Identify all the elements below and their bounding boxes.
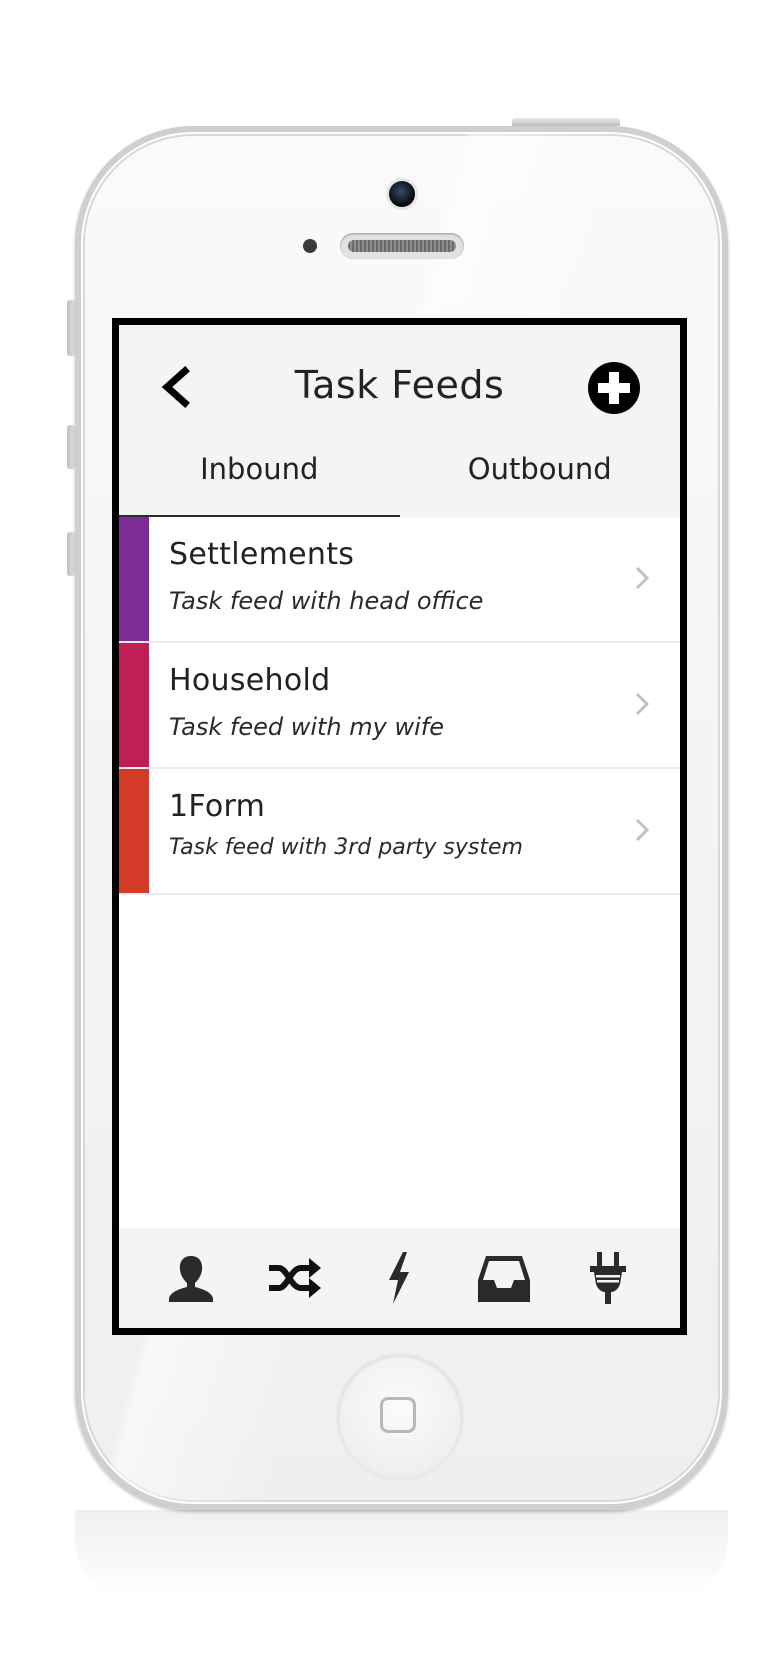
mute-switch: [67, 300, 75, 356]
feed-tabs: Inbound Outbound: [119, 439, 680, 517]
feed-name: 1Form: [169, 789, 266, 824]
power-button: [512, 118, 620, 126]
proximity-sensor: [303, 239, 317, 253]
feed-color-stripe: [119, 769, 149, 893]
bottom-tab-bar: [119, 1228, 680, 1328]
app-header: Task Feeds Inbound Outbound: [119, 325, 680, 517]
phone-reflection: [75, 1510, 728, 1600]
volume-down-button: [67, 532, 75, 576]
volume-up-button: [67, 425, 75, 469]
feed-color-stripe: [119, 643, 149, 767]
chevron-right-icon: [635, 692, 650, 716]
home-square-icon: [380, 1397, 416, 1433]
tab-inbound[interactable]: Inbound: [119, 439, 400, 517]
chevron-right-icon: [635, 566, 650, 590]
earpiece-speaker: [340, 233, 464, 259]
list-item-1form[interactable]: 1Form Task feed with 3rd party system: [119, 769, 680, 895]
shuffle-icon[interactable]: [265, 1248, 325, 1308]
mockup-stage: Task Feeds Inbound Outbound Settlements …: [0, 0, 773, 1667]
plus-circle-icon[interactable]: [587, 361, 641, 415]
feed-description: Task feed with head office: [169, 587, 484, 615]
user-icon[interactable]: [161, 1248, 221, 1308]
inbox-icon[interactable]: [474, 1248, 534, 1308]
lightning-icon[interactable]: [369, 1248, 429, 1308]
feed-name: Settlements: [169, 537, 355, 572]
plug-icon[interactable]: [578, 1248, 638, 1308]
app-screen: Task Feeds Inbound Outbound Settlements …: [112, 318, 687, 1335]
home-button: [338, 1355, 462, 1479]
tab-outbound[interactable]: Outbound: [400, 439, 681, 517]
front-camera: [389, 181, 415, 207]
feed-name: Household: [169, 663, 331, 698]
feed-description: Task feed with my wife: [169, 713, 444, 741]
feed-color-stripe: [119, 517, 149, 641]
list-item-household[interactable]: Household Task feed with my wife: [119, 643, 680, 769]
feed-description: Task feed with 3rd party system: [169, 835, 523, 860]
list-item-settlements[interactable]: Settlements Task feed with head office: [119, 517, 680, 643]
chevron-right-icon: [635, 818, 650, 842]
feed-list: Settlements Task feed with head office H…: [119, 517, 680, 895]
